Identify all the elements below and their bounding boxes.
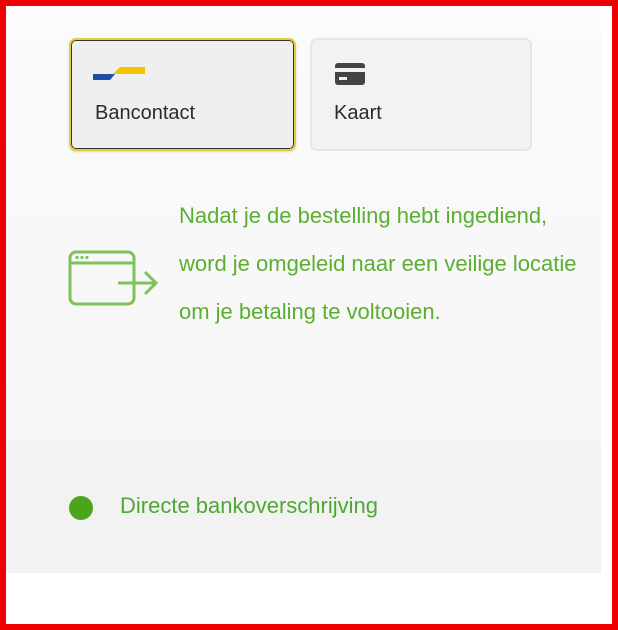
browser-redirect-icon [68, 250, 159, 306]
bank-transfer-label: Directe bankoverschrijving [120, 493, 378, 518]
credit-card-icon [335, 63, 365, 85]
payment-method-panel: Bancontact Kaart Nadat je de bestelling … [6, 6, 601, 441]
status-dot-icon [69, 496, 93, 520]
bancontact-label: Bancontact [95, 102, 196, 124]
card-label: Kaart [334, 102, 382, 124]
redirect-notice-text: Nadat je de bestelling hebt ingediend, w… [179, 203, 577, 324]
bancontact-button[interactable]: Bancontact [69, 38, 296, 151]
screenshot-frame: Bancontact Kaart Nadat je de bestelling … [0, 0, 618, 630]
bank-transfer-option[interactable]: Directe bankoverschrijving [6, 441, 601, 573]
bancontact-logo-icon [93, 67, 145, 80]
card-button[interactable]: Kaart [310, 38, 532, 151]
